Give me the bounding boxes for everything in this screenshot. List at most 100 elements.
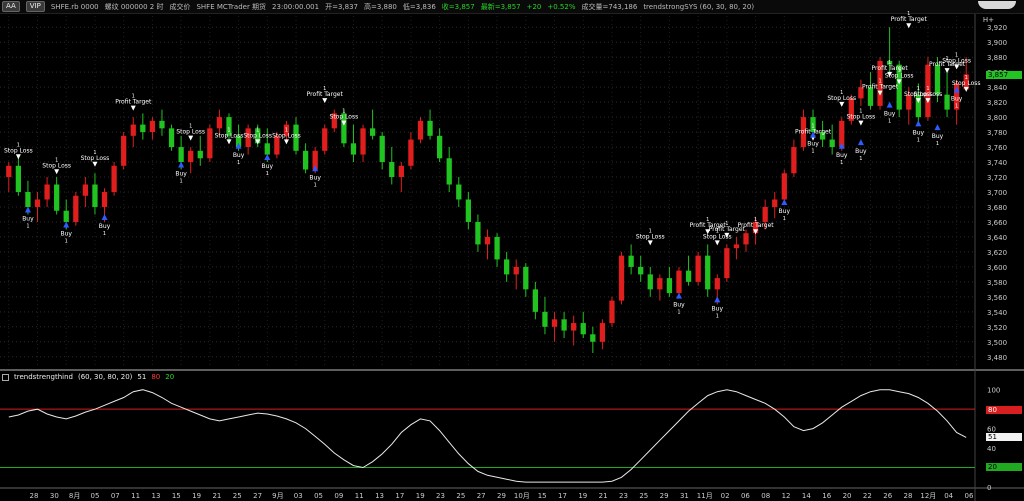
candle-body — [197, 150, 203, 159]
signal-qty: 1 — [256, 127, 259, 133]
buy-arrow-icon — [886, 101, 893, 108]
candle-body — [408, 139, 414, 166]
candle-body — [504, 259, 510, 275]
xaxis-tick-label: 16 — [822, 492, 831, 500]
exit-arrow-icon — [858, 120, 864, 126]
xaxis-tick-label: 07 — [111, 492, 120, 500]
exit-signal-label: Stop Loss — [636, 233, 665, 240]
candle-body — [121, 135, 127, 166]
price-chart[interactable]: Stop Loss1Buy1Stop Loss1Buy1Stop Loss1Bu… — [0, 0, 1024, 501]
candle-body — [561, 319, 567, 331]
candle-body — [743, 233, 749, 245]
signal-qty: 1 — [189, 124, 192, 130]
candle-body — [398, 165, 404, 178]
signal-qty: 1 — [878, 79, 881, 85]
xaxis-tick-label: 8月 — [69, 492, 80, 500]
signal-qty: 1 — [237, 160, 240, 166]
xaxis-tick-label: 28 — [904, 492, 913, 500]
indicator-tick-label: 0 — [987, 484, 991, 492]
xaxis-tick-label: 9月 — [272, 492, 283, 500]
price-tick-label: 3,920 — [987, 24, 1007, 32]
exit-signal-label: Profit Target — [862, 84, 899, 91]
xaxis-tick-label: 27 — [253, 492, 262, 500]
candle-body — [628, 255, 634, 267]
candle-body — [427, 120, 433, 136]
xaxis-tick-label: 28 — [30, 492, 39, 500]
exit-signal-label: Stop Loss — [330, 114, 359, 121]
exit-signal-label: Stop Loss — [81, 155, 110, 162]
xaxis-tick-label: 11 — [131, 492, 140, 500]
current-price-tag: 3,857 — [986, 71, 1022, 79]
candle-body — [168, 128, 175, 148]
signal-qty: 1 — [677, 310, 680, 316]
candle-body — [34, 199, 41, 207]
xaxis-tick-label: 17 — [558, 492, 567, 500]
price-tick-label: 3,480 — [987, 354, 1007, 362]
exit-signal-label: Stop Loss — [914, 91, 943, 98]
buy-arrow-icon — [178, 161, 185, 168]
price-tick-label: 3,720 — [987, 174, 1007, 182]
xaxis-tick-label: 09 — [334, 492, 343, 500]
indicator-lower: 20 — [165, 373, 175, 381]
xaxis-tick-label: 29 — [497, 492, 506, 500]
candle-body — [666, 278, 673, 294]
candle-body — [92, 184, 98, 207]
xaxis-tick-label: 02 — [721, 492, 730, 500]
buy-signal-label: Buy — [807, 141, 819, 148]
exit-arrow-icon — [226, 139, 232, 145]
exit-arrow-icon — [54, 169, 60, 175]
candle-body — [369, 128, 376, 136]
candle-body — [609, 300, 615, 324]
xaxis-tick-label: 31 — [680, 492, 689, 500]
buy-signal-label: Buy — [309, 174, 321, 181]
exit-arrow-icon — [647, 240, 653, 246]
xaxis-tick-label: 19 — [578, 492, 587, 500]
xaxis-tick-label: 15 — [538, 492, 547, 500]
xaxis-tick-label: 03 — [294, 492, 303, 500]
candle-body — [733, 244, 740, 249]
xaxis-tick-label: 12月 — [920, 492, 936, 500]
candle-body — [54, 184, 60, 211]
candle-body — [130, 124, 136, 136]
candle-body — [599, 323, 606, 342]
buy-signal-label: Buy — [932, 133, 944, 140]
exit-arrow-icon — [839, 101, 845, 107]
buy-signal-label: Buy — [836, 152, 848, 159]
price-tick-label: 3,600 — [987, 264, 1007, 272]
xaxis-tick-label: 05 — [314, 492, 323, 500]
buy-arrow-icon — [714, 296, 721, 303]
signal-qty: 1 — [955, 104, 958, 110]
buy-arrow-icon — [857, 139, 864, 146]
xaxis-tick-label: 21 — [212, 492, 221, 500]
signal-qty: 1 — [888, 60, 891, 66]
candle-body — [829, 139, 835, 148]
price-tick-label: 3,680 — [987, 204, 1007, 212]
exit-signal-label: Stop Loss — [243, 132, 272, 139]
candle-body — [159, 120, 165, 129]
indicator-toggle-icon[interactable] — [2, 373, 9, 381]
candle-body — [475, 221, 481, 245]
candle-body — [140, 124, 146, 133]
candle-body — [360, 128, 366, 155]
signal-qty: 1 — [227, 127, 230, 133]
candle-body — [44, 184, 50, 200]
candle-body — [714, 278, 720, 290]
candle-body — [791, 147, 797, 174]
candle-body — [695, 255, 701, 282]
candle-body — [465, 199, 471, 222]
candle-body — [657, 278, 663, 290]
candle-body — [647, 274, 653, 290]
price-tick-label: 3,700 — [987, 189, 1007, 197]
xaxis-tick-label: 25 — [456, 492, 465, 500]
indicator-legend: trendstrengthind (60, 30, 80, 20) 51 80 … — [2, 373, 174, 381]
xaxis-tick-label: 06 — [741, 492, 750, 500]
xaxis-tick-label: 13 — [151, 492, 160, 500]
xaxis-tick-label: 04 — [944, 492, 953, 500]
signal-qty: 1 — [754, 217, 757, 223]
candle-body — [484, 236, 491, 245]
indicator-name: trendstrengthind — [14, 373, 73, 381]
signal-qty: 1 — [955, 52, 958, 58]
candle-body — [264, 143, 270, 155]
exit-arrow-icon — [322, 98, 328, 104]
exit-arrow-icon — [188, 135, 194, 141]
